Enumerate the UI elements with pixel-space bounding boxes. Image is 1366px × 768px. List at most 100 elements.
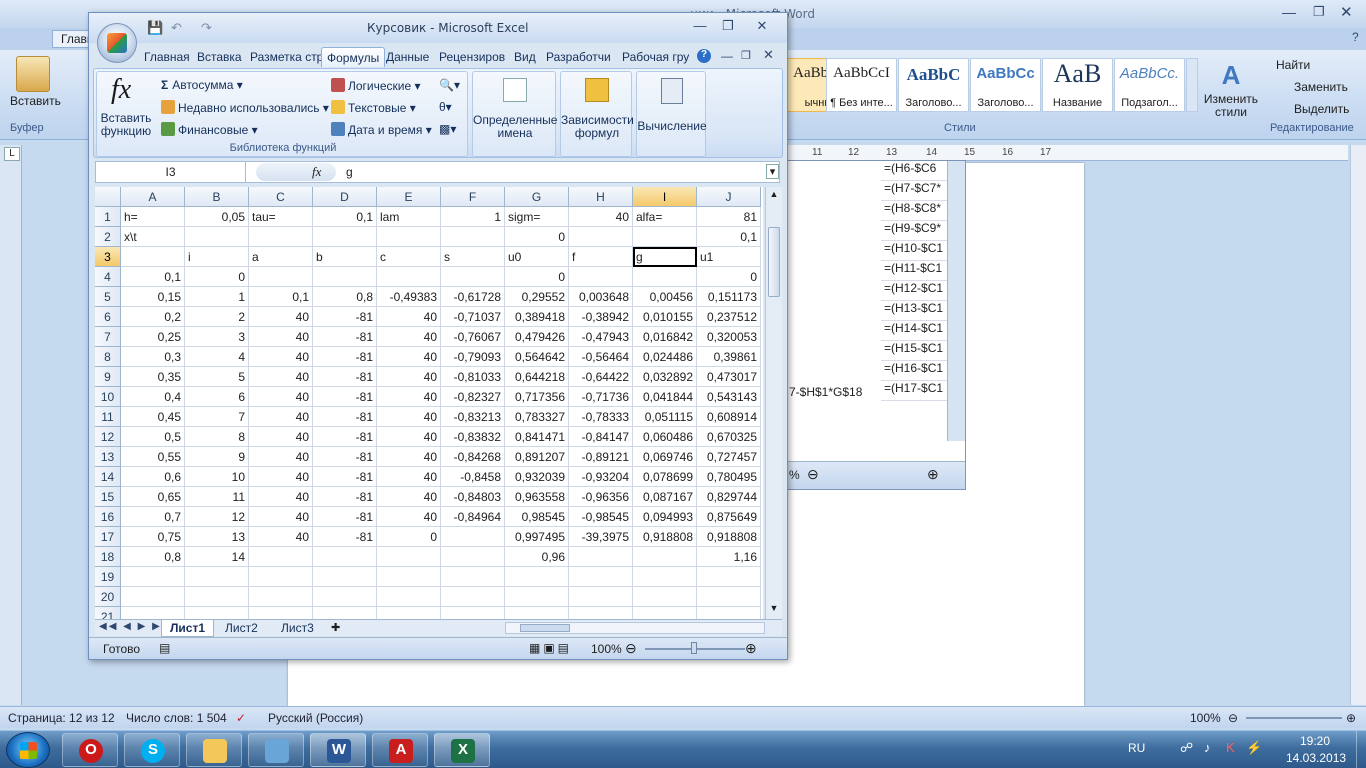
zoom-in-icon[interactable]: ⊕ xyxy=(745,640,757,657)
zoom-in-icon[interactable]: ⊕ xyxy=(1346,711,1356,725)
tab-data[interactable]: Данные xyxy=(381,47,434,67)
cell[interactable]: 40 xyxy=(249,367,313,387)
cell[interactable] xyxy=(185,227,249,247)
workbook-close-icon[interactable]: ✕ xyxy=(763,47,774,63)
cell[interactable]: 0,783327 xyxy=(505,407,569,427)
column-header[interactable]: B xyxy=(185,187,249,207)
taskbar-excel[interactable]: X xyxy=(434,733,490,767)
cell[interactable]: -0,47943 xyxy=(569,327,633,347)
cell[interactable]: 0,608914 xyxy=(697,407,761,427)
start-button[interactable] xyxy=(6,732,50,768)
cell[interactable] xyxy=(697,567,761,587)
cell[interactable]: 0,051115 xyxy=(633,407,697,427)
cell[interactable]: -0,71736 xyxy=(569,387,633,407)
cell[interactable]: -81 xyxy=(313,387,377,407)
cell[interactable]: 0,829744 xyxy=(697,487,761,507)
embedded-excel-object[interactable]: =(H6-$C6 =(H7-$C7* =(H8-$C8* =(H9-$C9* =… xyxy=(786,160,966,490)
cell[interactable]: 0,1 xyxy=(313,207,377,227)
hscroll-thumb[interactable] xyxy=(520,624,570,632)
new-sheet-icon[interactable]: ✚ xyxy=(331,621,340,634)
cell[interactable] xyxy=(185,587,249,607)
style-no-spacing[interactable]: AaBbCcI ¶ Без инте... xyxy=(826,58,897,112)
replace-button[interactable]: Заменить xyxy=(1294,80,1348,94)
undo-icon[interactable]: ↶ xyxy=(171,20,182,36)
style-heading2[interactable]: AaBbCc Заголово... xyxy=(970,58,1041,112)
cell[interactable] xyxy=(569,227,633,247)
excel-zoom-level[interactable]: 100% xyxy=(591,642,622,656)
sheet-tab-2[interactable]: Лист2 xyxy=(217,620,266,637)
cell[interactable] xyxy=(569,567,633,587)
cell[interactable]: 40 xyxy=(249,387,313,407)
cell[interactable]: g xyxy=(633,247,697,267)
cell[interactable]: 40 xyxy=(249,347,313,367)
taskbar-word[interactable]: W xyxy=(310,733,366,767)
zoom-out-icon[interactable]: ⊖ xyxy=(807,466,819,483)
cell[interactable]: 0,151173 xyxy=(697,287,761,307)
column-header[interactable]: G xyxy=(505,187,569,207)
cell[interactable]: u1 xyxy=(697,247,761,267)
cell[interactable]: 0 xyxy=(697,267,761,287)
cell[interactable]: 40 xyxy=(569,207,633,227)
sheet-tab-3[interactable]: Лист3 xyxy=(273,620,322,637)
cell[interactable]: 9 xyxy=(185,447,249,467)
cell[interactable] xyxy=(569,547,633,567)
word-count[interactable]: Число слов: 1 504 xyxy=(126,711,227,725)
cell[interactable]: -0,84803 xyxy=(441,487,505,507)
cell[interactable]: 40 xyxy=(377,387,441,407)
row-header[interactable]: 10 xyxy=(95,387,121,407)
cell[interactable]: 0,1 xyxy=(249,287,313,307)
insert-function-icon[interactable]: fx xyxy=(312,164,321,180)
cell[interactable]: -0,93204 xyxy=(569,467,633,487)
cell[interactable]: 0,2 xyxy=(121,307,185,327)
cell[interactable]: -0,61728 xyxy=(441,287,505,307)
cell[interactable]: 0,094993 xyxy=(633,507,697,527)
cell[interactable]: 40 xyxy=(249,427,313,447)
cell[interactable]: -81 xyxy=(313,467,377,487)
redo-icon[interactable]: ↷ xyxy=(201,20,212,36)
cell[interactable] xyxy=(313,547,377,567)
cell[interactable]: 0,670325 xyxy=(697,427,761,447)
cell[interactable]: 40 xyxy=(377,447,441,467)
cell[interactable]: c xyxy=(377,247,441,267)
volume-icon[interactable]: ♪ xyxy=(1204,740,1211,755)
cell[interactable] xyxy=(569,587,633,607)
cell[interactable] xyxy=(313,567,377,587)
language-indicator[interactable]: RU xyxy=(1128,741,1145,755)
cell[interactable]: 7 xyxy=(185,407,249,427)
find-button[interactable]: Найти xyxy=(1276,58,1310,72)
tab-view[interactable]: Вид xyxy=(509,47,541,67)
tab-insert[interactable]: Вставка xyxy=(192,47,247,67)
cell[interactable] xyxy=(441,227,505,247)
cell[interactable] xyxy=(441,267,505,287)
cell[interactable]: -0,71037 xyxy=(441,307,505,327)
cell[interactable]: 0,016842 xyxy=(633,327,697,347)
cell[interactable]: 0,389418 xyxy=(505,307,569,327)
cell[interactable] xyxy=(441,587,505,607)
cell[interactable]: 0,918808 xyxy=(633,527,697,547)
minimize-icon[interactable]: — xyxy=(689,18,711,36)
cell[interactable]: -0,64422 xyxy=(569,367,633,387)
cell[interactable]: 0,024486 xyxy=(633,347,697,367)
tab-selector-icon[interactable]: L xyxy=(4,147,20,161)
cell[interactable] xyxy=(313,607,377,619)
cell[interactable]: 2 xyxy=(185,307,249,327)
zoom-out-icon[interactable]: ⊖ xyxy=(1228,711,1238,725)
antivirus-icon[interactable]: K xyxy=(1226,740,1235,755)
select-button[interactable]: Выделить xyxy=(1294,102,1349,116)
cell[interactable]: 0,45 xyxy=(121,407,185,427)
cell[interactable] xyxy=(377,607,441,619)
cell[interactable]: 0 xyxy=(185,267,249,287)
cell[interactable] xyxy=(505,607,569,619)
row-header[interactable]: 20 xyxy=(95,587,121,607)
sheet-vscroll[interactable]: ▲ ▼ xyxy=(765,187,782,619)
row-header[interactable]: 7 xyxy=(95,327,121,347)
cell[interactable]: -81 xyxy=(313,367,377,387)
close-icon[interactable]: ✕ xyxy=(1340,3,1353,21)
change-styles-icon[interactable]: A xyxy=(1206,60,1256,96)
show-desktop-button[interactable] xyxy=(1356,731,1366,768)
cell[interactable]: 40 xyxy=(377,407,441,427)
cell[interactable]: 40 xyxy=(249,507,313,527)
cell[interactable]: 40 xyxy=(249,407,313,427)
style-subtitle[interactable]: AaBbCc. Подзагол... xyxy=(1114,58,1185,112)
tab-workgroup[interactable]: Рабочая гру xyxy=(617,47,694,67)
